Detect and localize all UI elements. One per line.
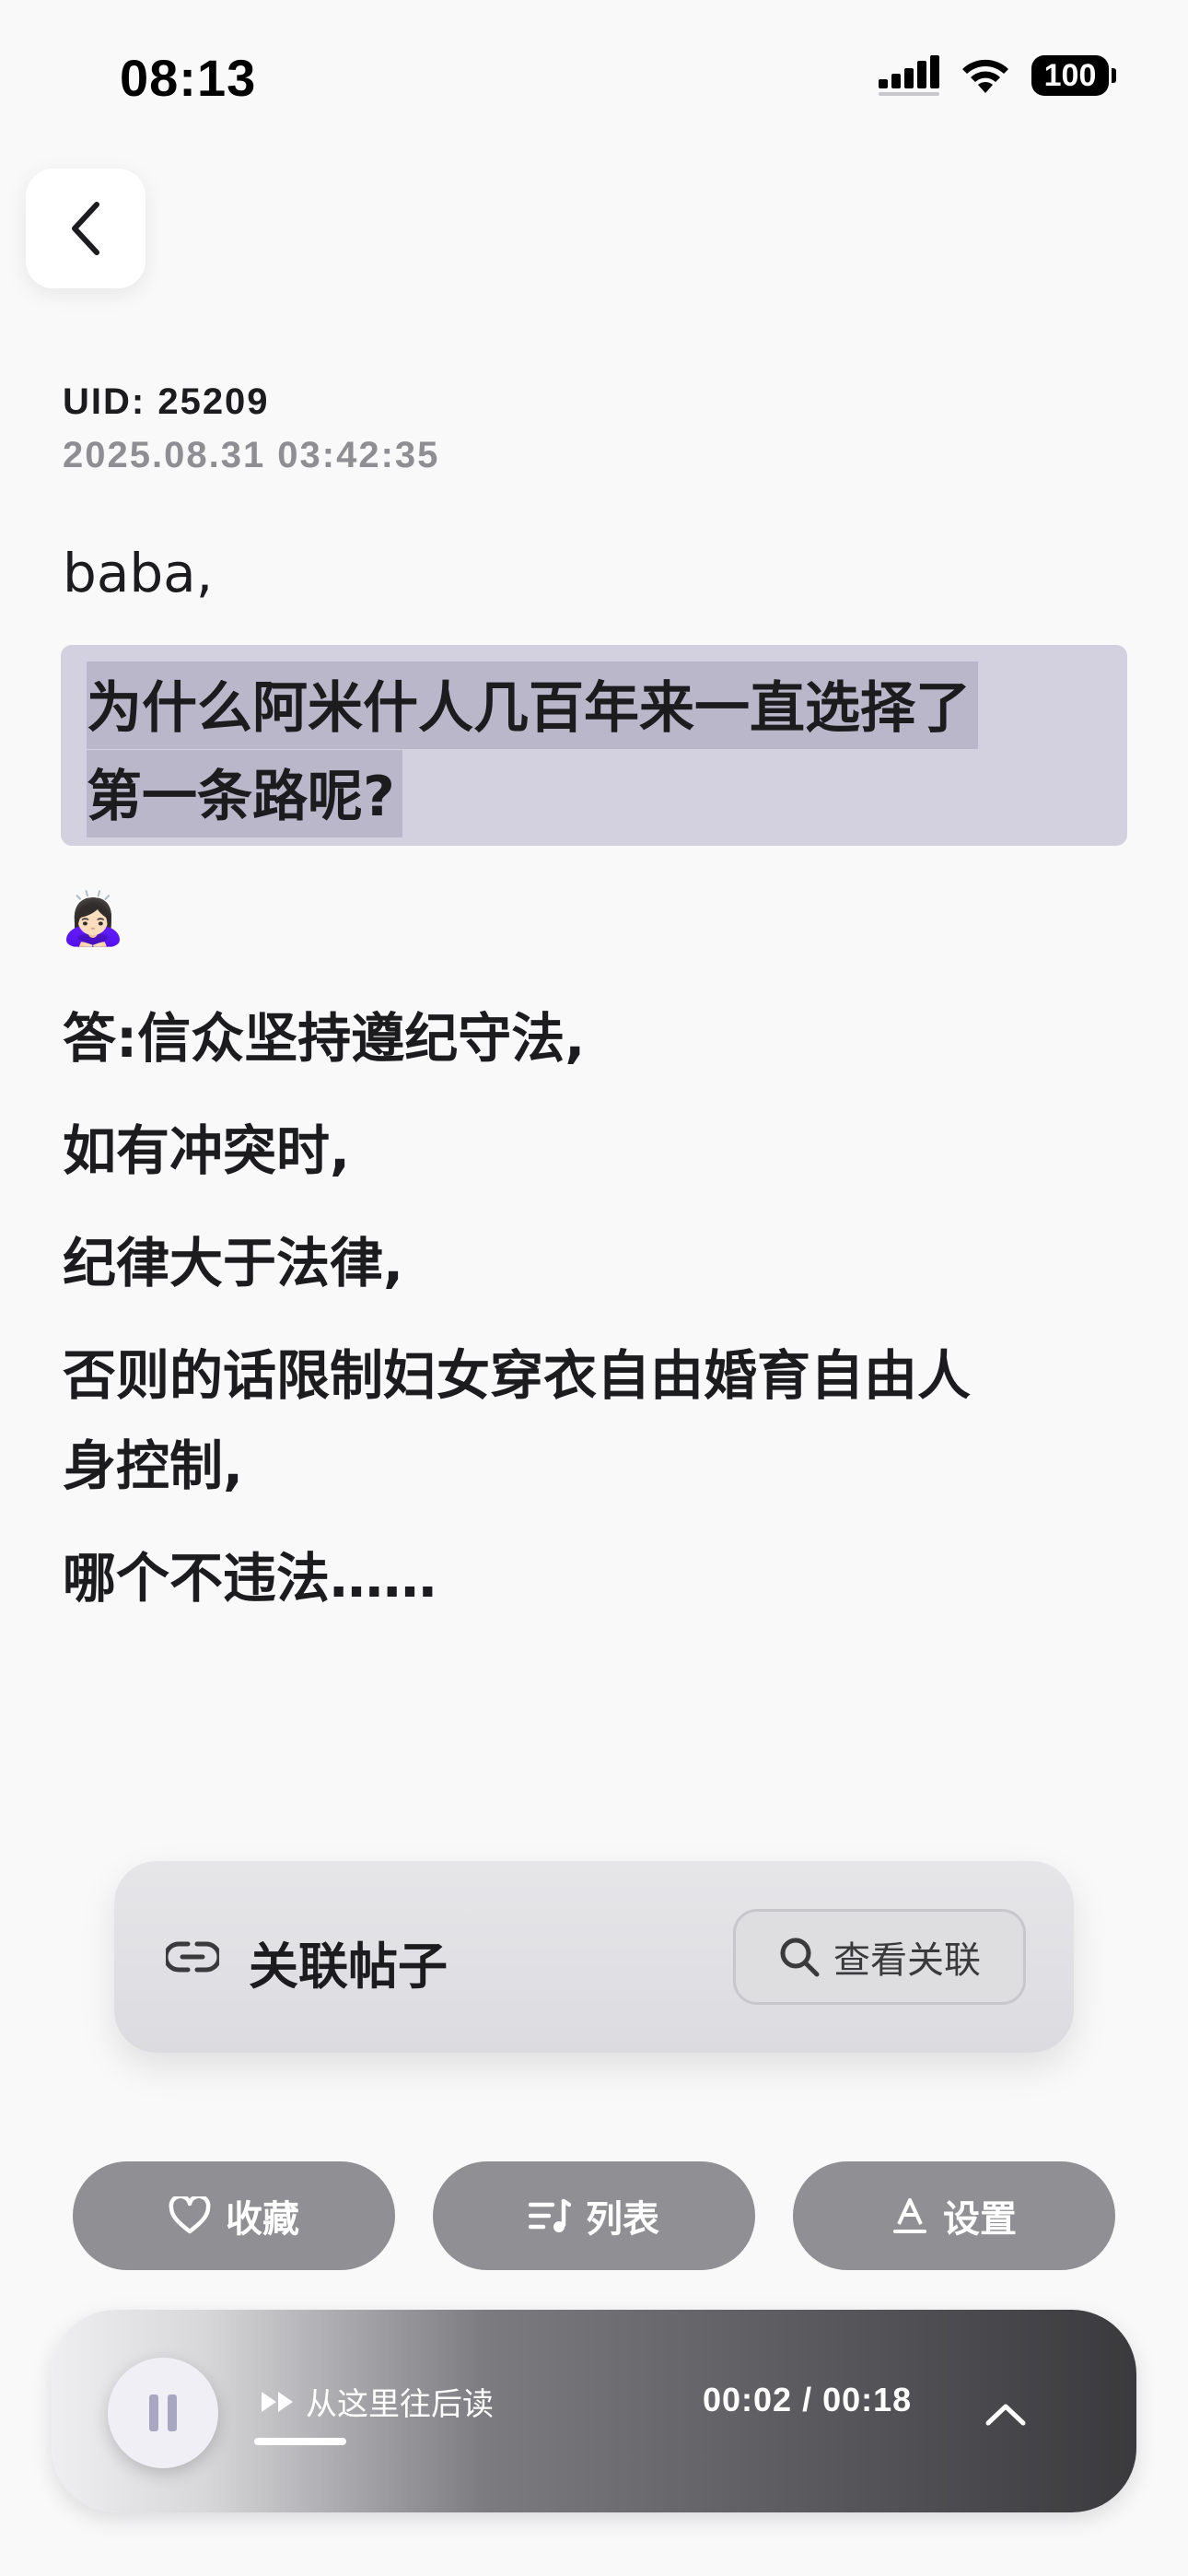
read-from-here-label: 从这里往后读	[306, 2386, 494, 2423]
list-label: 列表	[586, 2198, 659, 2241]
read-from-here[interactable]: 从这里往后读	[260, 2379, 494, 2424]
view-related-button[interactable]: 查看关联	[733, 1909, 1026, 2005]
search-icon	[780, 1938, 820, 1977]
answer-line: 否则的话限制妇女穿衣自由婚育自由人	[63, 1344, 972, 1407]
settings-label: 设置	[943, 2198, 1017, 2241]
favorite-label: 收藏	[226, 2198, 299, 2241]
post-uid: UID: 25209	[63, 381, 270, 422]
pause-button[interactable]	[108, 2358, 218, 2468]
link-icon	[166, 1941, 219, 1973]
pause-icon	[149, 2395, 158, 2431]
heart-icon	[169, 2196, 211, 2234]
answer-line: 哪个不违法……	[63, 1547, 437, 1610]
playback-progress[interactable]	[254, 2438, 346, 2445]
cellular-signal-icon	[879, 55, 939, 96]
list-button[interactable]: 列表	[433, 2161, 755, 2270]
chevron-left-icon	[72, 202, 99, 255]
status-time: 08:13	[120, 49, 257, 107]
playback-time: 00:02 / 00:18	[703, 2381, 913, 2418]
view-related-label: 查看关联	[833, 1939, 981, 1982]
pause-icon-bar	[168, 2395, 177, 2431]
answer-line: 纪律大于法律,	[63, 1232, 404, 1294]
question-line[interactable]: 第一条路呢?	[87, 750, 402, 837]
status-icons: 100	[879, 55, 1116, 96]
post-date: 2025.08.31 03:42:35	[63, 435, 440, 475]
answer-line: 答:信众坚持遵纪守法,	[63, 1007, 586, 1070]
post-greeting: baba,	[63, 542, 214, 604]
related-post-title: 关联帖子	[249, 1938, 448, 1996]
playlist-icon	[529, 2198, 571, 2232]
favorite-button[interactable]: 收藏	[73, 2161, 395, 2270]
settings-button[interactable]: 设置	[793, 2161, 1115, 2270]
back-button[interactable]	[26, 169, 146, 288]
question-line[interactable]: 为什么阿米什人几百年来一直选择了	[87, 662, 978, 749]
wifi-icon	[962, 59, 1008, 93]
fast-forward-icon	[262, 2391, 293, 2412]
font-settings-icon	[893, 2198, 926, 2233]
answer-line: 身控制,	[63, 1434, 244, 1497]
expand-player-button[interactable]	[980, 2388, 1031, 2440]
answer-line: 如有冲突时,	[63, 1119, 351, 1182]
battery-indicator: 100	[1031, 55, 1116, 96]
bowing-emoji: 🙇🏻‍♀️	[61, 889, 125, 949]
chevron-up-icon	[985, 2404, 1026, 2426]
